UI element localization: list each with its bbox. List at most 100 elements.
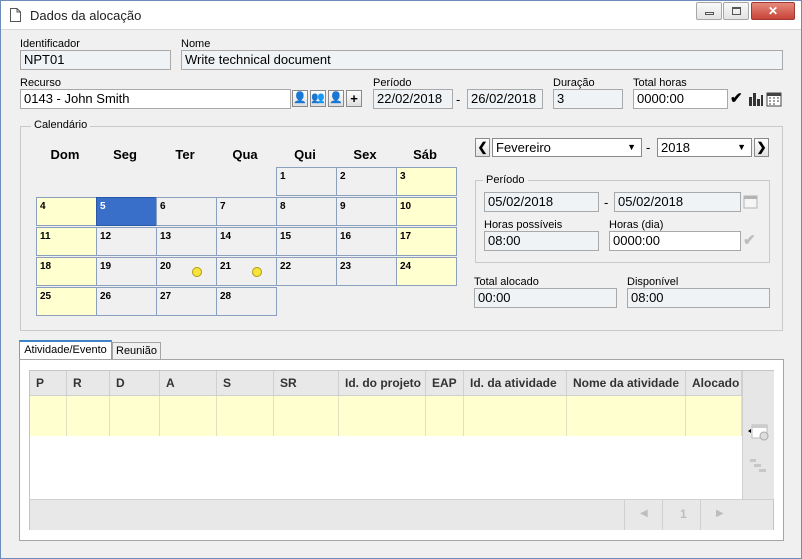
calendar-grid: 1 2 3 4 5 6 7 8 9 10 11 12 13 14 15 16 17 18 19 20 21 22 23 24 2… — [36, 167, 458, 317]
tab-reuniao[interactable]: Reunião — [112, 342, 161, 360]
column-header[interactable]: EAP — [426, 371, 464, 395]
tab-atividade-evento[interactable]: Atividade/Evento — [19, 340, 112, 360]
calendar-day-cell[interactable]: 13 — [156, 227, 217, 256]
add-resource-button[interactable]: + — [346, 90, 362, 107]
period-calendar-button[interactable] — [743, 194, 759, 210]
total-horas-field[interactable]: 0000:00 — [633, 89, 728, 109]
table-cell[interactable] — [426, 396, 464, 436]
column-header[interactable]: SR — [274, 371, 339, 395]
prev-month-button[interactable]: ❮ — [475, 138, 490, 157]
calendar-day-cell[interactable]: 5 — [96, 197, 157, 226]
duracao-label: Duração — [553, 77, 595, 89]
chart-button[interactable] — [748, 91, 764, 107]
duracao-field[interactable]: 3 — [553, 89, 623, 109]
calendar-day-cell[interactable]: 8 — [276, 197, 337, 226]
table-cell[interactable] — [110, 396, 160, 436]
select-resource-button[interactable]: 👤 — [292, 90, 308, 107]
recurso-field[interactable]: 0143 - John Smith — [20, 89, 291, 109]
column-header[interactable]: Alocado — [686, 371, 742, 395]
table-cell[interactable] — [217, 396, 274, 436]
calendar-day-cell[interactable]: 12 — [96, 227, 157, 256]
calendar-day-cell[interactable]: 19 — [96, 257, 157, 286]
user-icon: 👤 — [293, 92, 307, 104]
select-team-button[interactable]: 👥 — [310, 90, 326, 107]
horas-possiveis-field[interactable]: 08:00 — [484, 231, 599, 251]
period-start-field[interactable]: 05/02/2018 — [484, 192, 599, 212]
pager-divider — [662, 500, 663, 530]
disponivel-label: Disponível — [627, 276, 679, 288]
calendar-day-cell[interactable]: 3 — [396, 167, 457, 196]
table-cell[interactable] — [160, 396, 217, 436]
calendar-day-cell[interactable]: 25 — [36, 287, 97, 316]
year-select[interactable]: 2018 ▼ — [657, 138, 752, 157]
grid-side-toolbar — [742, 371, 774, 499]
table-cell[interactable] — [274, 396, 339, 436]
grid-gantt-button[interactable] — [749, 456, 767, 474]
table-cell[interactable] — [567, 396, 686, 436]
grid-view-button[interactable] — [748, 423, 770, 441]
calendar-day-cell[interactable]: 1 — [276, 167, 337, 196]
calendar-day-cell[interactable]: 6 — [156, 197, 217, 226]
checkmark-icon: ✔ — [743, 232, 756, 249]
column-header[interactable]: S — [217, 371, 274, 395]
calendar-day-cell[interactable]: 17 — [396, 227, 457, 256]
calendar-day-cell[interactable]: 22 — [276, 257, 337, 286]
calendar-day-cell[interactable]: 16 — [336, 227, 397, 256]
month-select[interactable]: Fevereiro ▼ — [492, 138, 642, 157]
calendar-day-cell[interactable]: 7 — [216, 197, 277, 226]
calendar-day-cell[interactable]: 28 — [216, 287, 277, 316]
confirm-checkmark-button[interactable]: ✔ — [730, 90, 746, 107]
confirm-hours-button[interactable]: ✔ — [743, 232, 759, 249]
horas-dia-field[interactable]: 0000:00 — [609, 231, 741, 251]
periodo-end-field[interactable]: 26/02/2018 — [467, 89, 543, 109]
column-header[interactable]: A — [160, 371, 217, 395]
document-icon — [10, 8, 21, 22]
column-header[interactable]: Nome da atividade — [567, 371, 686, 395]
table-cell[interactable] — [30, 396, 67, 436]
calendar-day-cell[interactable]: 10 — [396, 197, 457, 226]
table-cell[interactable] — [339, 396, 426, 436]
table-cell[interactable] — [67, 396, 110, 436]
next-month-button[interactable]: ❯ — [754, 138, 769, 157]
table-cell[interactable] — [464, 396, 567, 436]
identificador-field[interactable]: NPT01 — [20, 50, 171, 70]
close-button[interactable]: ✕ — [751, 2, 795, 20]
periodo-start-field[interactable]: 22/02/2018 — [373, 89, 453, 109]
column-header[interactable]: P — [30, 371, 67, 395]
calendar-day-cell[interactable]: 9 — [336, 197, 397, 226]
column-header[interactable]: Id. do projeto — [339, 371, 426, 395]
calendar-button[interactable] — [766, 91, 782, 107]
disponivel-field[interactable]: 08:00 — [627, 288, 770, 308]
calendar-day-cell[interactable]: 2 — [336, 167, 397, 196]
calendar-day-cell[interactable]: 21 — [216, 257, 277, 286]
maximize-button[interactable] — [723, 2, 749, 20]
pager-prev-button[interactable]: ◀ — [640, 508, 648, 519]
column-header[interactable]: D — [110, 371, 160, 395]
nome-field[interactable]: Write technical document — [181, 50, 783, 70]
calendar-day-cell[interactable]: 27 — [156, 287, 217, 316]
calendar-day-cell[interactable]: 26 — [96, 287, 157, 316]
minimize-icon — [705, 12, 714, 15]
resource-details-button[interactable]: 👤 — [328, 90, 344, 107]
nome-label: Nome — [181, 38, 211, 50]
calendar-day-cell[interactable]: 14 — [216, 227, 277, 256]
period-end-field[interactable]: 05/02/2018 — [614, 192, 741, 212]
column-header[interactable]: R — [67, 371, 110, 395]
calendar-day-cell[interactable]: 23 — [336, 257, 397, 286]
column-header[interactable]: Id. da atividade — [464, 371, 567, 395]
table-row[interactable] — [30, 396, 742, 436]
calendar-day-cell[interactable]: 11 — [36, 227, 97, 256]
pager-next-button[interactable]: ▶ — [716, 508, 724, 519]
calendar-day-number: 7 — [220, 201, 226, 212]
calendar-day-cell[interactable]: 20 — [156, 257, 217, 286]
table-cell[interactable] — [686, 396, 742, 436]
calendar-day-cell[interactable]: 15 — [276, 227, 337, 256]
total-alocado-field[interactable]: 00:00 — [474, 288, 617, 308]
month-year-separator: - — [646, 140, 651, 155]
calendar-day-cell[interactable]: 4 — [36, 197, 97, 226]
calendar-day-cell[interactable]: 24 — [396, 257, 457, 286]
minimize-button[interactable] — [696, 2, 722, 20]
periodo-label: Período — [373, 77, 412, 89]
calendar-day-cell[interactable]: 18 — [36, 257, 97, 286]
total-alocado-label: Total alocado — [474, 276, 539, 288]
